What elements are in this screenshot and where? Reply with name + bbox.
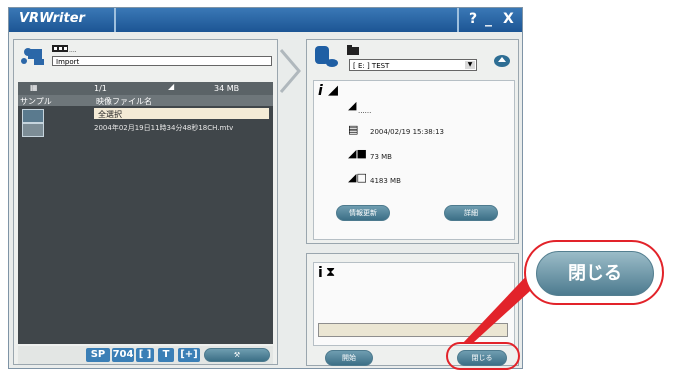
select-all-label: 全選択	[98, 110, 122, 119]
file-name[interactable]: 2004年02月19日11時34分48秒18CH.mtv	[94, 123, 233, 133]
resolution-button[interactable]: 704	[112, 348, 134, 362]
hourglass-icon: ⧗	[326, 265, 336, 280]
refresh-button[interactable]: 情報更新	[336, 205, 390, 221]
info-icon: i	[318, 265, 323, 281]
file-list: 2004年02月19日11時34分48秒18CH.mtv	[18, 106, 273, 344]
clip-icon: ▦	[30, 83, 38, 92]
chevron-down-icon[interactable]: ▼	[465, 61, 475, 69]
drive-select[interactable]: [ E: ] TEST ▼	[349, 59, 477, 71]
crop-icon[interactable]: [ ]	[136, 348, 154, 362]
text-button[interactable]: T	[158, 348, 174, 362]
start-button[interactable]: 開始	[325, 350, 373, 366]
film-icon: .....	[52, 45, 76, 54]
used-space-icon: ◢■	[348, 147, 367, 160]
free-space: 4183 MB	[370, 177, 401, 185]
callout-bubble: 閉じる	[524, 240, 664, 305]
used-space: 73 MB	[370, 153, 392, 161]
device-icon	[315, 46, 338, 67]
destination-panel: [ E: ] TEST ▼ i ◢ ◢ ...... ▤ 2004/02/19 …	[306, 39, 519, 244]
title-divider	[114, 8, 116, 32]
bottom-toolbar: SP 704 [ ] T [+] ⚒	[18, 346, 273, 364]
close-window-button[interactable]: X	[503, 11, 514, 27]
add-icon[interactable]: [+]	[178, 348, 200, 362]
thumbnail-icon[interactable]	[22, 123, 44, 137]
disc-icon: ◢	[168, 82, 175, 91]
select-all-item[interactable]: 全選択	[94, 108, 269, 119]
eject-icon[interactable]	[493, 54, 511, 68]
help-button[interactable]: ?	[469, 11, 477, 27]
status-row: ▦ 1/1 ◢ 34 MB	[18, 82, 273, 95]
disc-info-box: i ◢ ◢ ...... ▤ 2004/02/19 15:38:13 ◢■ 73…	[313, 80, 515, 240]
source-panel: ..... Import ▦ 1/1 ◢ 34 MB サンプル 映像ファイル名 …	[13, 39, 278, 365]
detail-button[interactable]: 詳細	[444, 205, 498, 221]
settings-icon[interactable]: ⚒	[204, 348, 270, 362]
title-divider	[457, 8, 459, 32]
clip-size: 34 MB	[214, 84, 240, 93]
column-header: サンプル 映像ファイル名	[18, 95, 273, 106]
disc-date: 2004/02/19 15:38:13	[370, 128, 445, 136]
source-field[interactable]: Import	[52, 56, 272, 66]
drive-select-value: [ E: ] TEST	[353, 62, 390, 70]
free-space-icon: ◢□	[348, 171, 367, 184]
disc-name-icon: ◢	[348, 99, 357, 112]
disc-name-dots: ......	[358, 107, 372, 115]
calendar-icon: ▤	[348, 123, 359, 136]
thumbnail-icon[interactable]	[22, 109, 44, 123]
disc-icon: ◢	[328, 83, 338, 98]
sp-button[interactable]: SP	[86, 348, 110, 362]
info-icon: i	[318, 83, 323, 99]
title-bar: VRWriter ? _ X	[9, 8, 522, 32]
callout-close-button: 閉じる	[536, 251, 654, 296]
svg-text:.....: .....	[69, 47, 76, 54]
minimize-button[interactable]: _	[485, 11, 492, 27]
arrow-right-icon	[279, 49, 301, 93]
camera-icon	[21, 48, 44, 65]
folder-icon	[347, 45, 359, 55]
window-title: VRWriter	[19, 11, 85, 26]
clip-count: 1/1	[94, 84, 107, 93]
